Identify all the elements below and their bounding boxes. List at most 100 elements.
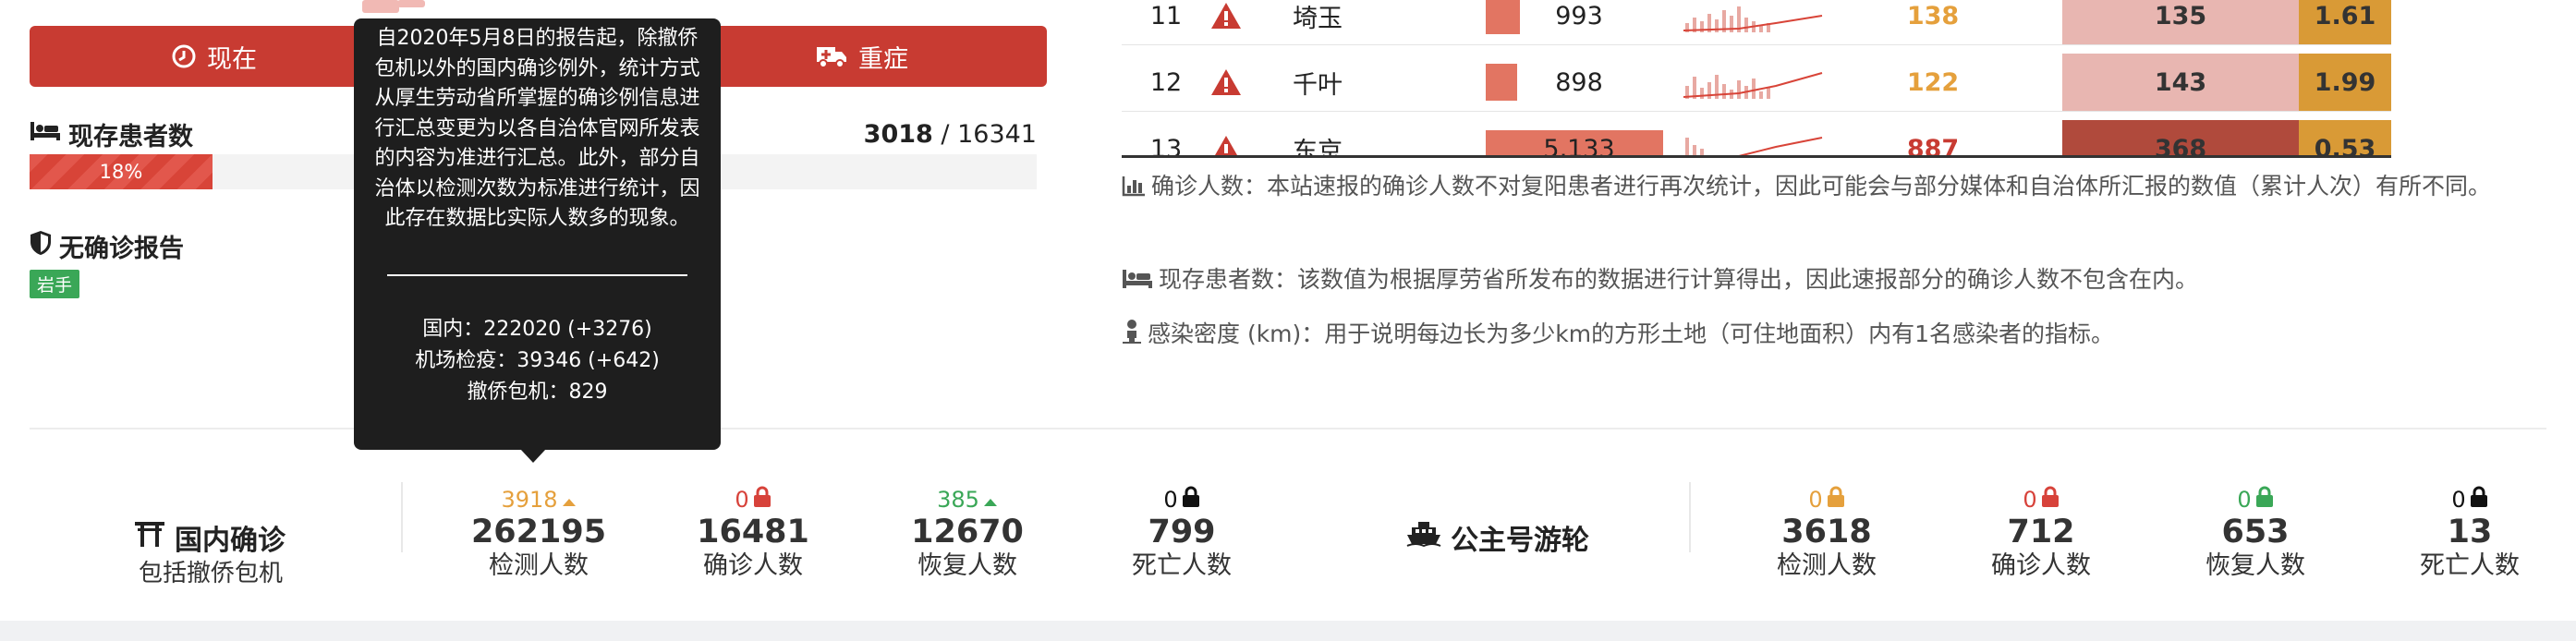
delta-row: 0 bbox=[674, 486, 832, 514]
delta-row: 0 bbox=[1103, 486, 1260, 514]
stat-label: 死亡人数 bbox=[2420, 551, 2520, 580]
page-bottom-strip bbox=[0, 621, 2576, 641]
note-confirmed: 确诊人数：本站速报的确诊人数不对复阳患者进行再次统计，因此可能会与部分媒体和自治… bbox=[1122, 168, 2526, 208]
stat-label: 确诊人数 bbox=[1991, 551, 2091, 580]
no-report-label: 无确诊报告 bbox=[30, 228, 184, 264]
stat-label: 恢复人数 bbox=[2205, 551, 2305, 580]
lock-icon bbox=[2255, 486, 2274, 514]
density-cell: 0.53 bbox=[2299, 120, 2391, 157]
stat-value: 262195 bbox=[470, 514, 607, 550]
person-icon bbox=[1122, 319, 1142, 356]
rank-cell: 12 bbox=[1149, 67, 1183, 97]
stat-value: 13 bbox=[2447, 514, 2493, 550]
bar-chart-icon bbox=[1122, 171, 1146, 208]
delta-value: 385 bbox=[937, 487, 979, 513]
stat-value: 12670 bbox=[911, 514, 1024, 550]
patients-percent: 18% bbox=[99, 161, 143, 183]
value-cell: 993 bbox=[1555, 1, 1603, 30]
ambulance-icon bbox=[816, 44, 847, 68]
stat-value: 3618 bbox=[1781, 514, 1872, 550]
new-cases-cell: 138 bbox=[1906, 1, 1960, 30]
table-row[interactable]: 11 埼玉 993 138 135 1.61 bbox=[1122, 0, 2391, 45]
delta-value: 0 bbox=[735, 487, 749, 513]
new-cases-cell: 887 bbox=[1906, 134, 1960, 158]
stat-label: 死亡人数 bbox=[1132, 551, 1232, 580]
tooltip-charter: 撤侨包机：829 bbox=[467, 380, 608, 404]
domestic-tooltip: 自2020年5月8日的报告起，除撤侨包机以外的国内确诊例外，统计方式从厚生劳动省… bbox=[354, 18, 721, 450]
shield-icon bbox=[30, 230, 52, 262]
arrow-up-icon bbox=[983, 486, 998, 514]
severe-button[interactable]: 重症 bbox=[677, 26, 1047, 87]
value-cell: 898 bbox=[1555, 67, 1603, 97]
tooltip-paragraph: 自2020年5月8日的报告起，除撤侨包机以外的国内确诊例外，统计方式从厚生劳动省… bbox=[374, 27, 700, 230]
table-row[interactable]: 13 东京 5,133 887 368 0.53 bbox=[1122, 120, 2391, 157]
bed-icon bbox=[30, 120, 61, 149]
current-patients-label: 现存患者数 bbox=[30, 116, 193, 152]
delta-value: 0 bbox=[1163, 487, 1178, 513]
clock-icon bbox=[172, 44, 196, 68]
prefecture-tag[interactable]: 岩手 bbox=[30, 270, 80, 298]
delta-row: 3918 bbox=[460, 486, 617, 514]
stat-deaths: 0 13 死亡人数 bbox=[2391, 486, 2548, 582]
stat-label: 检测人数 bbox=[1777, 551, 1877, 580]
stat-value: 799 bbox=[1148, 514, 1216, 550]
patients-total: 16341 bbox=[957, 120, 1037, 149]
map-fragment bbox=[362, 0, 399, 13]
severe-button-label: 重症 bbox=[858, 44, 908, 74]
main-card: 现在 重症 现存患者数 18% 3018 / 16341 无确诊报告 岩手 11 bbox=[0, 0, 2576, 621]
tooltip-domestic: 国内：222020 (+3276) bbox=[422, 317, 652, 341]
lock-icon bbox=[1827, 486, 1845, 514]
prefecture-name: 东京 bbox=[1293, 137, 1343, 158]
value-cell: 5,133 bbox=[1543, 134, 1615, 158]
prefecture-name: 千叶 bbox=[1293, 70, 1343, 100]
table-row[interactable]: 12 千叶 898 122 143 1.99 bbox=[1122, 54, 2391, 112]
rate-cell: 135 bbox=[2062, 0, 2299, 44]
stat-label: 确诊人数 bbox=[703, 551, 803, 580]
delta-value: 0 bbox=[2023, 487, 2037, 513]
stat-recovered: 385 12670 恢复人数 bbox=[889, 486, 1046, 582]
vertical-separator bbox=[401, 482, 403, 552]
delta-value: 0 bbox=[2451, 487, 2466, 513]
prefecture-name: 埼玉 bbox=[1293, 4, 1343, 33]
lock-icon bbox=[2470, 486, 2488, 514]
prefecture-table: 11 埼玉 993 138 135 1.61 12 千叶 898 122 143… bbox=[1122, 0, 2391, 157]
arrow-up-icon bbox=[562, 486, 577, 514]
delta-row: 385 bbox=[889, 486, 1046, 514]
warning-icon bbox=[1203, 54, 1249, 111]
stat-deaths: 0 799 死亡人数 bbox=[1103, 486, 1260, 582]
warning-icon bbox=[1203, 0, 1249, 44]
domestic-subtitle: 包括撤侨包机 bbox=[139, 560, 284, 587]
tooltip-airport: 机场检疫：39346 (+642) bbox=[415, 348, 660, 372]
rank-cell: 11 bbox=[1149, 1, 1183, 30]
torii-icon bbox=[134, 520, 165, 555]
stat-tested: 3918 262195 检测人数 bbox=[460, 486, 617, 582]
delta-value: 3918 bbox=[501, 487, 558, 513]
stat-value: 653 bbox=[2221, 514, 2290, 550]
sparkline bbox=[1683, 0, 1831, 44]
stat-label: 恢复人数 bbox=[917, 551, 1017, 580]
warning-icon bbox=[1203, 120, 1249, 157]
stat-value: 712 bbox=[2007, 514, 2075, 550]
stat-label: 检测人数 bbox=[489, 551, 589, 580]
lock-icon bbox=[2041, 486, 2060, 514]
vertical-separator bbox=[1689, 482, 1691, 552]
stat-value: 16481 bbox=[697, 514, 809, 550]
density-cell: 1.61 bbox=[2299, 0, 2391, 44]
delta-row: 0 bbox=[1748, 486, 1905, 514]
sparkline bbox=[1683, 120, 1831, 157]
tooltip-divider bbox=[387, 273, 687, 276]
table-bottom-border bbox=[1122, 155, 2391, 158]
delta-row: 0 bbox=[2177, 486, 2334, 514]
bed-icon bbox=[1122, 264, 1153, 301]
cruise-title: 公主号游轮 bbox=[1406, 517, 1589, 558]
tooltip-arrow bbox=[520, 449, 546, 463]
lock-icon bbox=[1182, 486, 1200, 514]
now-button-label: 现在 bbox=[207, 44, 257, 74]
patients-ratio: 3018 / 16341 bbox=[863, 120, 1037, 149]
now-button[interactable]: 现在 bbox=[30, 26, 399, 87]
rank-cell: 13 bbox=[1149, 134, 1183, 158]
note-patients: 现存患者数：该数值为根据厚劳省所发布的数据进行计算得出，因此速报部分的确诊人数不… bbox=[1122, 261, 2526, 301]
patients-current: 3018 bbox=[863, 120, 933, 149]
stat-recovered: 0 653 恢复人数 bbox=[2177, 486, 2334, 582]
ship-icon bbox=[1406, 520, 1441, 555]
